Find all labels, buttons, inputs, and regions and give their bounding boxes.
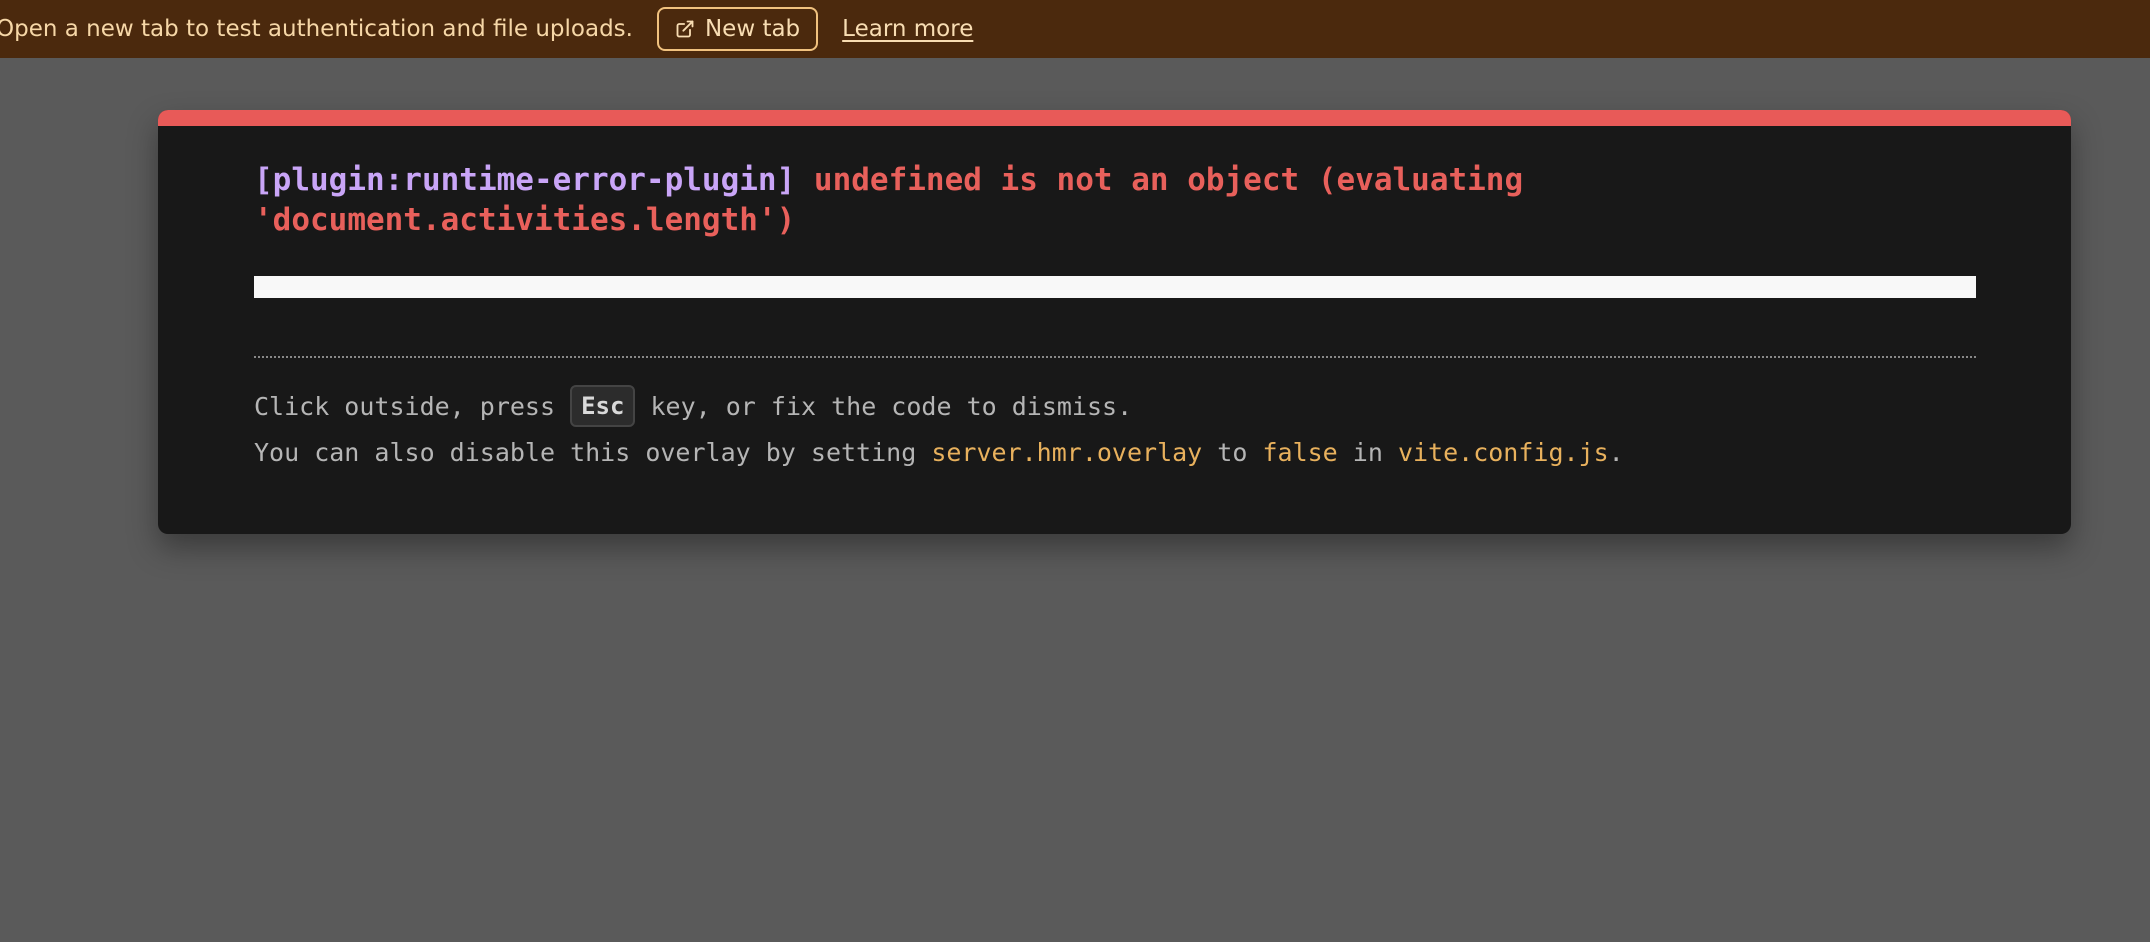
- learn-more-link[interactable]: Learn more: [842, 16, 973, 42]
- tip-text: key, or fix the code to dismiss.: [635, 392, 1133, 421]
- new-tab-label: New tab: [704, 16, 801, 42]
- info-banner: Open a new tab to test authentication an…: [0, 0, 2150, 58]
- config-value: false: [1262, 438, 1338, 467]
- error-message: [plugin:runtime-error-plugin] undefined …: [254, 160, 1654, 240]
- tip-text: to: [1202, 438, 1263, 467]
- dismiss-tip: Click outside, press Esc key, or fix the…: [254, 384, 1975, 430]
- config-file: vite.config.js: [1397, 438, 1609, 467]
- error-overlay[interactable]: [plugin:runtime-error-plugin] undefined …: [158, 110, 2071, 534]
- overlay-body: [plugin:runtime-error-plugin] undefined …: [158, 160, 2071, 476]
- tip-text: You can also disable this overlay by set…: [254, 438, 932, 467]
- banner-message: Open a new tab to test authentication an…: [0, 16, 633, 42]
- tip-text: Click outside, press: [254, 392, 571, 421]
- plugin-label: [plugin:runtime-error-plugin]: [254, 162, 796, 198]
- tip-text: in: [1337, 438, 1398, 467]
- tip-text: .: [1608, 438, 1624, 467]
- config-key: server.hmr.overlay: [931, 438, 1203, 467]
- esc-key: Esc: [570, 385, 636, 427]
- tip-divider: [254, 356, 1976, 358]
- overlay-accent-bar: [158, 110, 2071, 126]
- external-link-icon: [675, 19, 695, 39]
- disable-tip: You can also disable this overlay by set…: [254, 430, 1975, 476]
- new-tab-button[interactable]: New tab: [656, 7, 819, 51]
- stack-trace-box: [254, 276, 1976, 298]
